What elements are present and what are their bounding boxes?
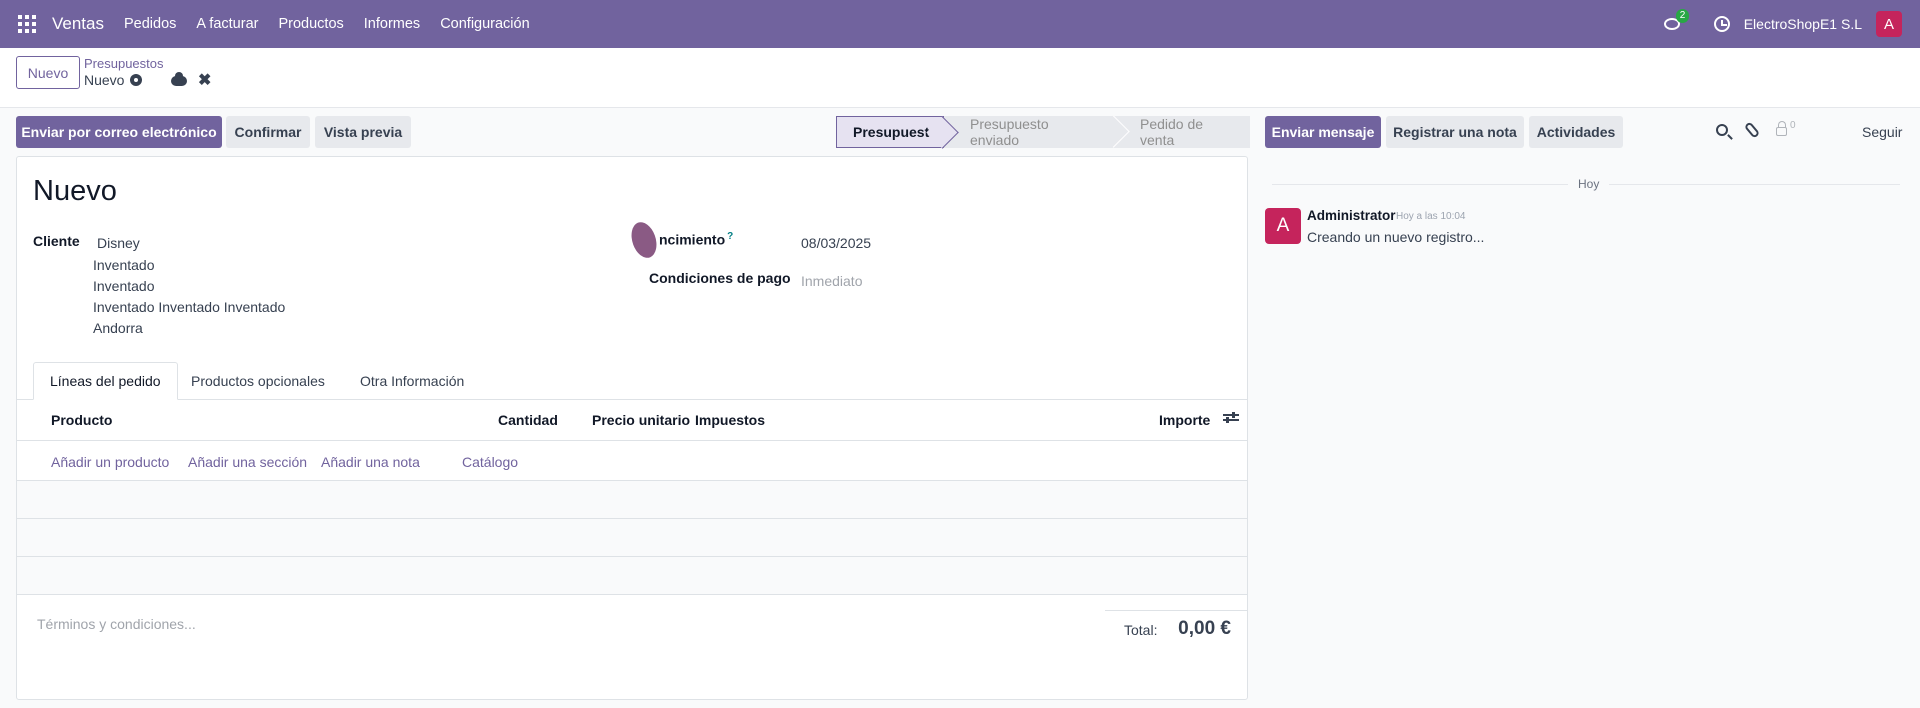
add-section-link[interactable]: Añadir una sección <box>188 454 307 470</box>
menu-configuracion[interactable]: Configuración <box>440 16 529 32</box>
menu-productos[interactable]: Productos <box>278 16 343 32</box>
total-label: Total: <box>1124 622 1158 638</box>
form-sheet: Nuevo Cliente Disney Inventado Inventado… <box>16 156 1248 700</box>
top-navbar: Ventas Pedidos A facturar Productos Info… <box>0 0 1920 48</box>
column-quantity[interactable]: Cantidad <box>498 412 558 428</box>
breadcrumb-presupuestos[interactable]: Presupuestos <box>84 56 164 71</box>
follow-button[interactable]: Seguir <box>1862 124 1902 140</box>
empty-row <box>17 481 1247 519</box>
stage-pedido-de-venta[interactable]: Pedido de venta <box>1114 116 1250 148</box>
help-tooltip-icon[interactable]: ? <box>727 231 733 242</box>
expiration-date-field[interactable]: 08/03/2025 <box>801 235 871 251</box>
message-body: Creando un nuevo registro... <box>1307 229 1485 245</box>
app-name[interactable]: Ventas <box>52 14 104 34</box>
add-line-row: Añadir un producto Añadir una sección Añ… <box>17 442 1247 481</box>
customer-address-line: Inventado <box>93 278 155 294</box>
payment-terms-field[interactable]: Inmediato <box>801 273 862 289</box>
menu-pedidos[interactable]: Pedidos <box>124 16 176 32</box>
confirm-button[interactable]: Confirmar <box>226 116 310 148</box>
customer-field[interactable]: Disney <box>97 235 140 251</box>
menu-informes[interactable]: Informes <box>364 16 420 32</box>
breadcrumb-current-label: Nuevo <box>84 72 125 88</box>
payment-terms-label: Condiciones de pago <box>649 270 791 286</box>
tab-other-info[interactable]: Otra Información <box>344 362 480 400</box>
optional-columns-icon[interactable] <box>1223 412 1239 426</box>
stage-presupuesto-enviado[interactable]: Presupuesto enviado <box>944 116 1114 148</box>
send-email-button[interactable]: Enviar por correo electrónico <box>16 116 222 148</box>
log-note-button[interactable]: Registrar una nota <box>1386 116 1524 148</box>
user-avatar[interactable]: A <box>1876 11 1902 37</box>
order-lines-header: Producto Cantidad Precio unitario Impues… <box>17 400 1247 441</box>
search-icon[interactable] <box>1716 124 1728 136</box>
send-message-button[interactable]: Enviar mensaje <box>1265 116 1381 148</box>
followers-count: 0 <box>1790 120 1796 131</box>
message-author-avatar[interactable]: A <box>1265 208 1301 244</box>
status-bar: Presupuesto Presupuesto enviado Pedido d… <box>836 116 1250 148</box>
customer-address-line: Inventado <box>93 257 155 273</box>
customer-label: Cliente <box>33 233 80 249</box>
empty-row <box>17 557 1247 595</box>
stage-presupuesto[interactable]: Presupuesto <box>836 116 944 148</box>
preview-button[interactable]: Vista previa <box>315 116 411 148</box>
cursor-overlay <box>626 215 662 265</box>
activities-button[interactable]: Actividades <box>1529 116 1623 148</box>
new-button[interactable]: Nuevo <box>16 56 80 89</box>
column-unit-price[interactable]: Precio unitario <box>592 412 690 428</box>
main-menu: Pedidos A facturar Productos Informes Co… <box>124 16 550 32</box>
message-time: Hoy a las 10:04 <box>1396 211 1466 222</box>
customer-address-line: Inventado Inventado Inventado <box>93 299 286 315</box>
messages-icon[interactable]: 2 <box>1663 9 1690 33</box>
paperclip-icon[interactable] <box>1743 121 1761 139</box>
menu-a-facturar[interactable]: A facturar <box>196 16 258 32</box>
tab-order-lines[interactable]: Líneas del pedido <box>33 362 178 400</box>
control-panel: Nuevo Presupuestos Nuevo ✖ <box>0 48 1920 108</box>
notebook-tabs: Líneas del pedido Productos opcionales O… <box>17 362 1247 400</box>
discard-close-icon[interactable]: ✖ <box>198 70 211 90</box>
column-product[interactable]: Producto <box>51 412 112 428</box>
breadcrumb-current: Nuevo <box>84 72 143 88</box>
terms-conditions-field[interactable]: Términos y condiciones... <box>37 616 196 632</box>
expiration-label: ncimiento? <box>659 231 734 248</box>
record-title: Nuevo <box>33 175 117 207</box>
customer-address-line: Andorra <box>93 320 143 336</box>
day-label: Hoy <box>1568 177 1610 191</box>
apps-menu-icon[interactable] <box>18 15 36 33</box>
message-author[interactable]: Administrator <box>1307 208 1396 223</box>
company-switcher[interactable]: ElectroShopE1 S.L <box>1744 16 1862 32</box>
total-amount: 0,00 € <box>1178 618 1231 639</box>
column-amount[interactable]: Importe <box>1159 412 1210 428</box>
tab-optional-products[interactable]: Productos opcionales <box>175 362 341 400</box>
column-taxes[interactable]: Impuestos <box>695 412 765 428</box>
empty-row <box>17 519 1247 557</box>
catalog-link[interactable]: Catálogo <box>462 454 518 470</box>
gear-icon[interactable] <box>130 74 143 86</box>
add-product-link[interactable]: Añadir un producto <box>51 454 169 470</box>
activities-clock-icon[interactable] <box>1713 16 1730 32</box>
messages-badge: 2 <box>1675 9 1690 23</box>
add-note-link[interactable]: Añadir una nota <box>321 454 420 470</box>
followers-lock-icon[interactable] <box>1776 121 1787 136</box>
save-cloud-icon[interactable] <box>171 72 187 86</box>
